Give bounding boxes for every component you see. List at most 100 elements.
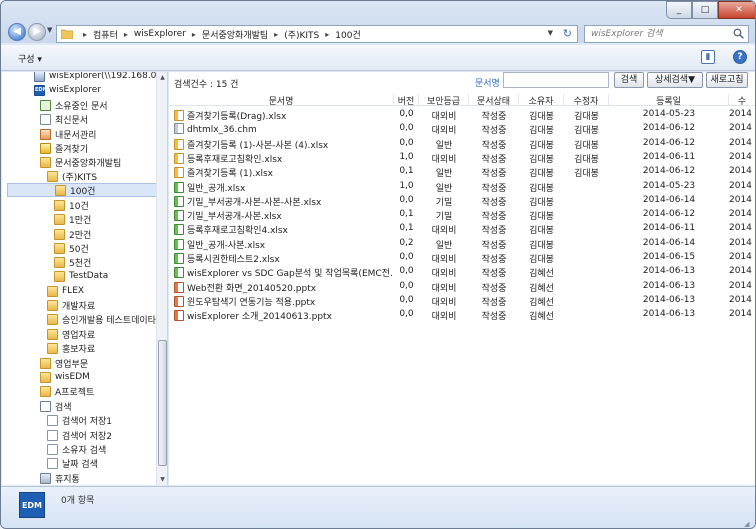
table-row[interactable]: 일반_공개-사본.xlsx 0,2 일반 작성중 김대봉 2014-06-14 2014	[169, 237, 755, 251]
column-header-version[interactable]: 버전	[394, 94, 419, 107]
tree-item-pr-materials[interactable]: 홍보자료	[47, 341, 95, 355]
cell-security: 대외비	[431, 283, 457, 294]
refresh-icon[interactable]: ↻	[563, 27, 572, 40]
tree-item-flex[interactable]: FLEX	[47, 284, 84, 298]
table-row[interactable]: wisExplorer 소개_20140613.pptx 0,0 대외비 작성중 김혜선…	[169, 308, 755, 322]
forward-button[interactable]: ▶	[28, 23, 46, 41]
column-header-date[interactable]: 등록일	[609, 94, 729, 107]
table-row[interactable]: 일반_공개.xlsx 1,0 일반 작성중 김대봉 2014-05-23 2014	[169, 180, 755, 194]
tree-item-owned-docs[interactable]: 소유중인 문서	[40, 98, 108, 112]
resize-grip-icon[interactable]: ◢	[744, 520, 752, 528]
advanced-search-button[interactable]: 상세검색▼	[647, 72, 703, 88]
tree-item-20k[interactable]: 2만건	[54, 227, 91, 241]
scroll-up-icon[interactable]: ▲	[158, 73, 167, 82]
tree-item-10k[interactable]: 1만건	[54, 212, 91, 226]
cell-security: 일반	[435, 169, 453, 180]
tree-item-trash[interactable]: 휴지통	[40, 471, 80, 485]
column-header-security[interactable]: 보안등급	[419, 94, 469, 107]
tree-item-dept-folder[interactable]: 문서중앙화개발팀	[40, 155, 121, 169]
tree-item-dev-materials[interactable]: 개발자료	[47, 298, 95, 312]
table-row[interactable]: 즐겨찾기등록(Drag).xlsx 0,0 대외비 작성중 김대봉 김대봉 2014-05-…	[169, 108, 755, 122]
cell-name: dhtmlx_36.chm	[174, 123, 392, 135]
gx-file-icon	[174, 253, 184, 264]
search-box[interactable]	[584, 25, 749, 43]
table-row[interactable]: Web전환 화면_20140520.pptx 0,0 대외비 작성중 김혜선 2014-0…	[169, 280, 755, 294]
tree-item-10[interactable]: 10건	[54, 198, 89, 212]
column-header-status[interactable]: 문서상태	[469, 94, 519, 107]
table-row[interactable]: 등록후재로고침확인.xlsx 1,0 대외비 작성중 김대봉 김대봉 2014-06-11 2…	[169, 151, 755, 165]
cell-security: 대외비	[431, 269, 457, 280]
refresh-button[interactable]: 새로고침	[706, 72, 748, 88]
column-header-owner[interactable]: 소유자	[519, 94, 564, 107]
tree-item-100[interactable]: 100건	[7, 183, 157, 197]
table-row[interactable]: 기밀_부서공개-사본-사본-사본.xlsx 0,0 기밀 작성중 김대봉 2014-06-…	[169, 194, 755, 208]
close-button[interactable]: ✕	[718, 1, 755, 19]
search-button[interactable]: 검색	[614, 72, 644, 88]
tree-item-saved-search-2[interactable]: 검색어 저장2	[47, 428, 112, 442]
help-icon[interactable]: ?	[733, 50, 747, 64]
tree-item-approval-testdata[interactable]: 승인개발용 테스트데이타	[47, 312, 156, 326]
table-row[interactable]: 등록시권한테스트2.xlsx 0,0 대외비 작성중 김대봉 2014-06-15 2014	[169, 251, 755, 265]
tree-item-label: 검색어 저장2	[62, 431, 112, 442]
breadcrumb-item[interactable]: 100건	[335, 28, 360, 41]
xlsx-file-icon	[174, 152, 184, 164]
tree-item-label: A프로젝트	[55, 387, 95, 398]
breadcrumb-item[interactable]: 컴퓨터	[93, 28, 118, 41]
tree-item-saved-search-1[interactable]: 검색어 저장1	[47, 413, 112, 427]
table-row[interactable]: 즐겨찾기등록 (1).xlsx 0,1 일반 작성중 김대봉 김대봉 2014-06-12 2…	[169, 165, 755, 179]
breadcrumb-item[interactable]: (주)KITS	[284, 28, 319, 41]
tree-item-kits[interactable]: (주)KITS	[47, 169, 97, 183]
cell-date: 2014-06-12	[642, 209, 696, 220]
table-row[interactable]: 즐겨찾기등록 (1)-사본-사본 (4).xlsx 0,0 일반 작성중 김대봉 김대봉 2…	[169, 137, 755, 151]
tree-item-a-project[interactable]: A프로젝트	[40, 384, 94, 398]
scrollbar-thumb[interactable]	[158, 340, 167, 466]
back-button[interactable]: ◀	[8, 23, 26, 41]
search-input[interactable]	[585, 26, 725, 42]
tree-item-sales-division[interactable]: 영업부문	[40, 356, 88, 370]
search-field-label[interactable]: 문서명	[475, 76, 500, 89]
tree-item-search[interactable]: 검색	[40, 399, 72, 413]
scroll-down-icon[interactable]: ▼	[158, 475, 167, 484]
search-icon[interactable]	[733, 28, 744, 39]
tree-item-my-docs[interactable]: 내문서관리	[40, 127, 96, 141]
table-row[interactable]: 등록후재로고침확인4.xlsx 0,1 대외비 작성중 김대봉 2014-06-11 201…	[169, 222, 755, 236]
breadcrumb-item[interactable]: wisExplorer	[134, 29, 186, 39]
breadcrumb-item[interactable]: 문서중앙화개발팀	[202, 28, 268, 41]
address-dropdown-icon[interactable]: ▼	[548, 29, 553, 37]
cell-name: 일반_공개.xlsx	[174, 181, 392, 194]
tree-item-wisexplorer[interactable]: EDM wisExplorer	[34, 83, 101, 97]
tree-item-recent-docs[interactable]: 최신문서	[40, 112, 88, 126]
sidebar-scrollbar[interactable]: ▲ ▼	[156, 72, 167, 485]
table-row[interactable]: wisExplorer vs SDC Gap분석 및 작업목록(EMC전... 0…	[169, 265, 755, 279]
maximize-button[interactable]: □	[692, 1, 718, 19]
table-row[interactable]: 기밀_부서공개-사본.xlsx 0,1 기밀 작성중 김대봉 2014-06-12 2014	[169, 208, 755, 222]
tree-item-50[interactable]: 50건	[54, 241, 89, 255]
column-header-editor[interactable]: 수정자	[564, 94, 609, 107]
table-row[interactable]: dhtmlx_36.chm 0,0 대외비 작성중 김대봉 김대봉 2014-06-12 20…	[169, 122, 755, 136]
tree-item-sales-materials[interactable]: 영업자료	[47, 327, 95, 341]
cell-version: 0,0	[399, 280, 414, 291]
column-header-name[interactable]: 문서명	[169, 94, 394, 107]
preview-pane-icon[interactable]: ▮	[701, 50, 715, 64]
breadcrumb-separator: ▸	[325, 29, 330, 39]
folder-icon	[55, 184, 66, 196]
tree-item-wisedm[interactable]: wisEDM	[40, 370, 90, 384]
tree-item-owner-search[interactable]: 소유자 검색	[47, 442, 106, 456]
folder-icon	[40, 371, 51, 383]
organize-menu[interactable]: 구성 ▾	[18, 52, 42, 65]
recent-pages-dropdown[interactable]: ▼	[47, 26, 52, 34]
tree-item-favorites[interactable]: 즐겨찾기	[40, 141, 88, 155]
tree-item-network-drive[interactable]: wisExplorer(\\192.168.0.160	[34, 72, 167, 83]
tree-item-date-search[interactable]: 날짜 검색	[47, 456, 98, 470]
column-header-extra[interactable]: 수	[729, 94, 755, 107]
address-bar[interactable]: ▸ 컴퓨터 ▸ wisExplorer ▸ 문서중앙화개발팀 ▸ (주)KITS…	[56, 25, 578, 43]
cell-version: 0,0	[399, 194, 414, 205]
tree-item-testdata[interactable]: TestData	[54, 269, 108, 283]
cell-version: 1,0	[399, 180, 414, 191]
minimize-button[interactable]: _	[666, 1, 692, 19]
table-row[interactable]: 윈도우탐색기 연동기능 적용.pptx 0,0 대외비 작성중 김혜선 2014-06-1…	[169, 294, 755, 308]
edm-logo: EDM	[19, 492, 45, 518]
tree-item-5k[interactable]: 5천건	[54, 255, 91, 269]
keyword-input[interactable]	[503, 72, 609, 88]
cell-extra: 2014	[729, 166, 752, 177]
